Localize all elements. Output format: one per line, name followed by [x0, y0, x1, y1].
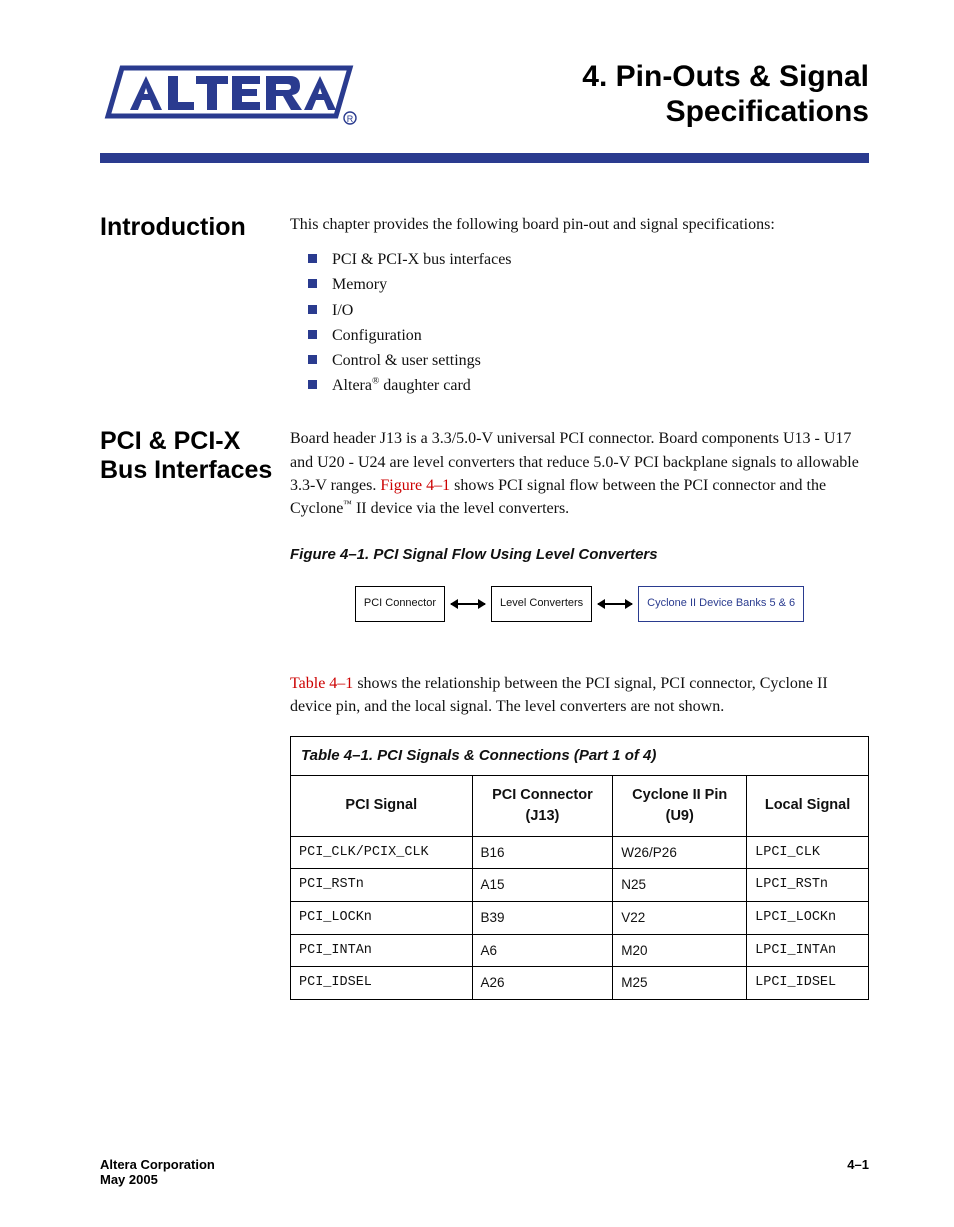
- section-heading-pci: PCI & PCI-X Bus Interfaces: [100, 427, 290, 485]
- figure-link[interactable]: Figure 4–1: [380, 477, 450, 494]
- list-item: I/O: [314, 299, 869, 322]
- table-row: PCI_CLK/PCIX_CLK B16 W26/P26 LPCI_CLK: [291, 836, 869, 869]
- table-header: Cyclone II Pin(U9): [613, 775, 747, 836]
- flow-box-level-converters: Level Converters: [491, 586, 592, 622]
- chapter-title-line1: 4. Pin-Outs & Signal: [582, 60, 869, 93]
- list-item: Memory: [314, 273, 869, 296]
- svg-text:R: R: [347, 114, 354, 124]
- pci-signals-table: Table 4–1. PCI Signals & Connections (Pa…: [290, 736, 869, 1000]
- double-arrow-icon: [598, 603, 632, 605]
- table-link[interactable]: Table 4–1: [290, 675, 353, 692]
- pci-paragraph-1: Board header J13 is a 3.3/5.0-V universa…: [290, 427, 869, 520]
- table-row: PCI_RSTn A15 N25 LPCI_RSTn: [291, 869, 869, 902]
- list-item: PCI & PCI-X bus interfaces: [314, 248, 869, 271]
- figure-caption: Figure 4–1. PCI Signal Flow Using Level …: [290, 544, 869, 566]
- table-header: Local Signal: [747, 775, 869, 836]
- chapter-title: 4. Pin-Outs & Signal Specifications: [582, 60, 869, 129]
- intro-bullet-list: PCI & PCI-X bus interfaces Memory I/O Co…: [290, 248, 869, 397]
- flow-diagram: PCI Connector Level Converters Cyclone I…: [290, 586, 869, 622]
- double-arrow-icon: [451, 603, 485, 605]
- table-header: PCI Signal: [291, 775, 473, 836]
- intro-paragraph: This chapter provides the following boar…: [290, 213, 869, 236]
- header-divider: [100, 153, 869, 163]
- table-header: PCI Connector(J13): [472, 775, 613, 836]
- footer-company: Altera Corporation: [100, 1157, 215, 1172]
- list-item: Control & user settings: [314, 349, 869, 372]
- table-row: PCI_LOCKn B39 V22 LPCI_LOCKn: [291, 902, 869, 935]
- footer-left: Altera Corporation May 2005: [100, 1157, 215, 1187]
- table-row: PCI_IDSEL A26 M25 LPCI_IDSEL: [291, 967, 869, 1000]
- flow-box-pci-connector: PCI Connector: [355, 586, 445, 622]
- footer-date: May 2005: [100, 1172, 158, 1187]
- footer-page-number: 4–1: [847, 1157, 869, 1187]
- altera-logo: R: [100, 64, 358, 135]
- section-heading-introduction: Introduction: [100, 213, 290, 242]
- pci-paragraph-2: Table 4–1 shows the relationship between…: [290, 672, 869, 718]
- list-item: Altera® daughter card: [314, 374, 869, 397]
- table-row: PCI_INTAn A6 M20 LPCI_INTAn: [291, 934, 869, 967]
- table-caption: Table 4–1. PCI Signals & Connections (Pa…: [290, 736, 869, 775]
- chapter-title-line2: Specifications: [666, 95, 869, 128]
- flow-box-cyclone-banks: Cyclone II Device Banks 5 & 6: [638, 586, 804, 622]
- list-item: Configuration: [314, 324, 869, 347]
